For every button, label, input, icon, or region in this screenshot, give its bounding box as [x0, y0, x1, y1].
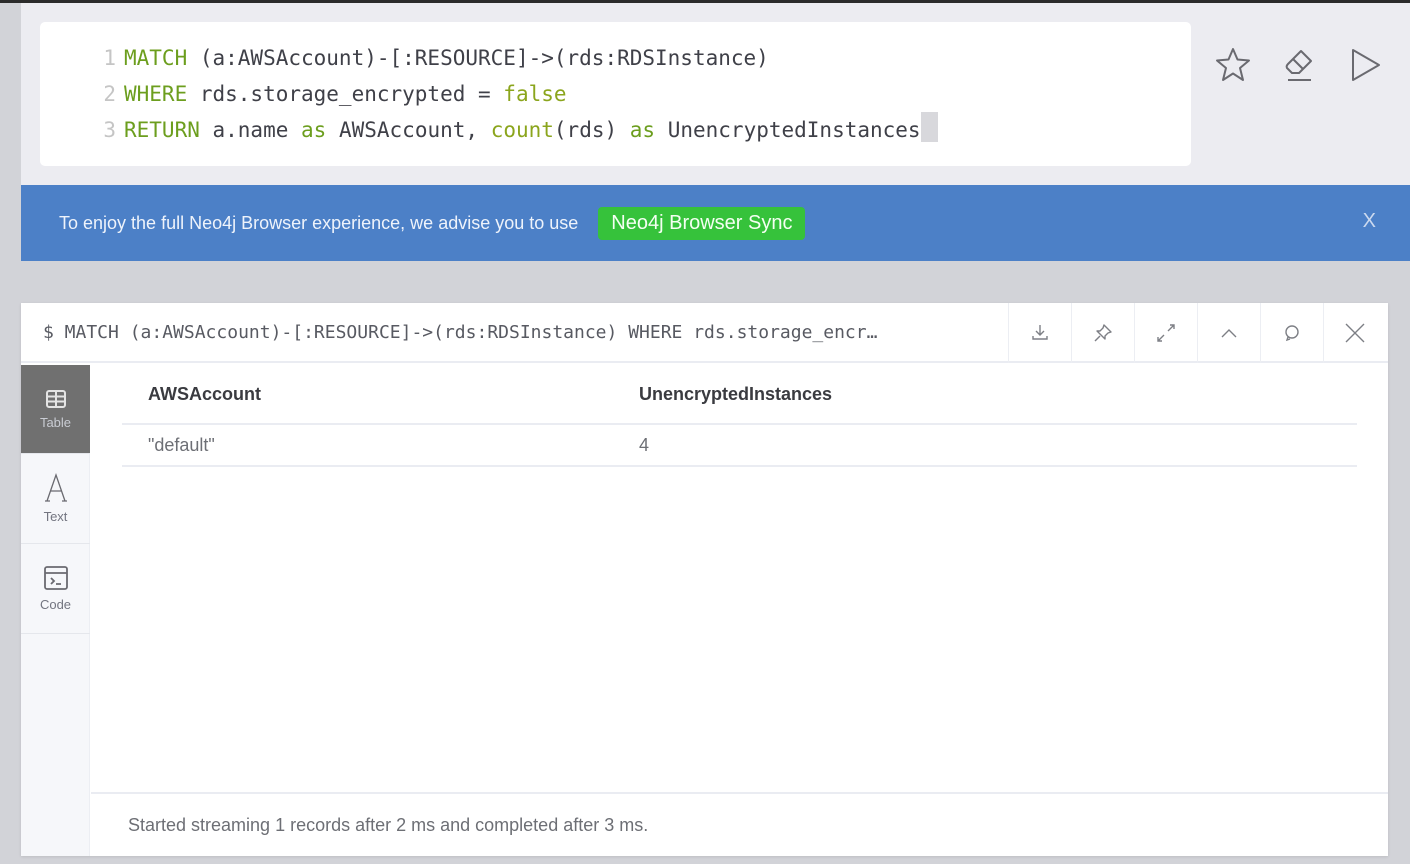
play-icon: [1352, 49, 1380, 81]
code-token: (a:AWSAccount)-[:RESOURCE]->(rds:RDSInst…: [187, 46, 769, 70]
pin-button[interactable]: [1071, 303, 1134, 363]
code-token: as: [629, 118, 656, 142]
code-token: as: [301, 118, 327, 142]
column-header: UnencryptedInstances: [639, 383, 833, 404]
code-line-1: 1 MATCH (a:AWSAccount)-[:RESOURCE]->(rds:…: [40, 44, 1191, 80]
view-tab-label: Table: [39, 414, 72, 430]
code-line-3: 3 RETURN a.name as AWSAccount, count (rds)…: [40, 112, 1191, 152]
view-tab-label: Code: [39, 597, 72, 612]
run-button[interactable]: [1343, 43, 1387, 87]
editor-actions: [1211, 43, 1387, 87]
left-strip: [0, 3, 5, 864]
code-icon: [43, 566, 68, 590]
code-token: a.name: [199, 118, 302, 142]
line-number: 1: [103, 46, 116, 70]
code-token: RETURN: [124, 118, 200, 142]
pin-icon: [1094, 324, 1112, 342]
eraser-icon: [1285, 50, 1312, 81]
code-token: MATCH: [124, 46, 188, 70]
star-icon: [1216, 48, 1250, 81]
download-icon: [1032, 325, 1048, 340]
view-tab-table[interactable]: Table: [21, 365, 90, 454]
favorite-button[interactable]: [1211, 43, 1255, 87]
banner-close-button[interactable]: X: [1363, 210, 1376, 233]
chevron-up-icon: [1221, 329, 1237, 338]
expand-icon: [1157, 324, 1175, 342]
view-tab-text[interactable]: Text: [21, 454, 90, 544]
code-token: count: [490, 118, 554, 142]
result-frame: $ MATCH (a:AWSAccount)-[:RESOURCE]->(rds…: [21, 303, 1388, 856]
text-icon: [44, 473, 67, 502]
table-cell: 4: [639, 434, 650, 455]
table-row: "default" 4: [122, 425, 1357, 467]
code-token: UnencryptedInstances: [655, 118, 921, 142]
table-header-row: AWSAccount UnencryptedInstances: [122, 365, 1357, 425]
view-tab-code[interactable]: Code: [21, 544, 90, 634]
frame-query-title[interactable]: $ MATCH (a:AWSAccount)-[:RESOURCE]->(rds…: [21, 322, 1004, 343]
column-header: AWSAccount: [148, 383, 262, 404]
frame-actions: [1008, 303, 1386, 363]
close-frame-button[interactable]: [1323, 303, 1386, 363]
table-icon: [45, 389, 66, 408]
frame-header: $ MATCH (a:AWSAccount)-[:RESOURCE]->(rds…: [21, 303, 1388, 363]
download-button[interactable]: [1008, 303, 1071, 363]
rerun-icon: [1285, 325, 1299, 342]
code-token: AWSAccount,: [326, 118, 491, 142]
table-cell: "default": [148, 434, 215, 455]
close-icon: [1345, 323, 1365, 343]
code-token: false: [503, 82, 567, 106]
fullscreen-button[interactable]: [1134, 303, 1197, 363]
code-token: rds.storage_encrypted =: [187, 82, 504, 106]
rerun-button[interactable]: [1260, 303, 1323, 363]
collapse-button[interactable]: [1197, 303, 1260, 363]
code-token: (rds): [553, 118, 630, 142]
line-number: 3: [103, 118, 116, 142]
code-token: WHERE: [124, 82, 188, 106]
view-switcher: Table Text Code: [21, 365, 90, 856]
line-number: 2: [103, 82, 116, 106]
cypher-editor[interactable]: 1 MATCH (a:AWSAccount)-[:RESOURCE]->(rds:…: [40, 22, 1191, 166]
sync-banner: To enjoy the full Neo4j Browser experien…: [21, 185, 1410, 261]
banner-text: To enjoy the full Neo4j Browser experien…: [59, 212, 579, 233]
status-message: Started streaming 1 records after 2 ms a…: [128, 814, 649, 835]
text-cursor: [920, 112, 938, 142]
result-table: AWSAccount UnencryptedInstances "default…: [122, 365, 1357, 467]
editor-area: 1 MATCH (a:AWSAccount)-[:RESOURCE]->(rds:…: [21, 3, 1410, 185]
view-tab-label: Text: [43, 509, 68, 524]
clear-editor-button[interactable]: [1277, 43, 1321, 87]
code-line-2: 2 WHERE rds.storage_encrypted = false: [40, 80, 1191, 116]
frame-status-bar: Started streaming 1 records after 2 ms a…: [91, 792, 1388, 856]
browser-sync-button[interactable]: Neo4j Browser Sync: [598, 206, 806, 240]
